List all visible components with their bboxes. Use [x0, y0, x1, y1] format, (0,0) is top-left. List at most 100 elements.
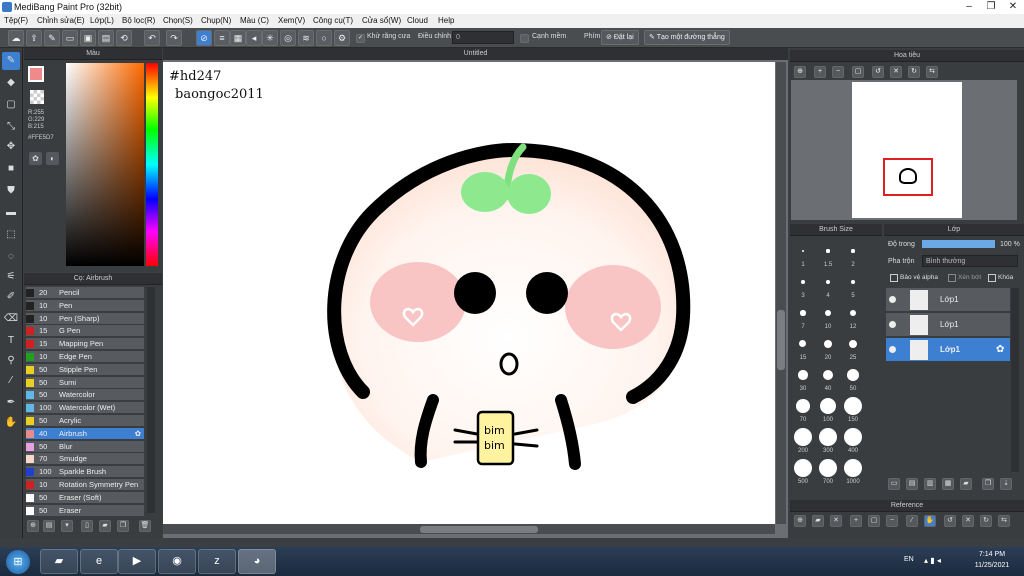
brush-item[interactable]: 50 Stipple Pen — [26, 363, 144, 376]
brush-size-dot[interactable] — [798, 370, 808, 380]
brush-duplicate-icon[interactable]: ❐ — [117, 520, 129, 532]
nav-rotate-right-icon[interactable]: ↻ — [908, 66, 920, 78]
text-tool-icon[interactable]: T — [2, 332, 20, 350]
comment-icon[interactable]: ✎ — [44, 30, 60, 46]
brush-item[interactable]: 70 Smudge — [26, 453, 144, 466]
perspective-snap-icon[interactable]: ◂ — [246, 30, 262, 46]
settings-snap-icon[interactable]: ⚙ — [334, 30, 350, 46]
fill-tool-icon[interactable]: ⛊ — [2, 182, 20, 200]
nav-rotate-left-icon[interactable]: ↺ — [872, 66, 884, 78]
layer-folder-icon[interactable]: ▰ — [960, 478, 972, 490]
message-icon[interactable]: ▭ — [62, 30, 78, 46]
vertical-scroll-thumb[interactable] — [777, 310, 785, 370]
adjust-input[interactable]: 0 — [452, 31, 514, 44]
clock-date[interactable]: 11/25/2021 — [972, 562, 1012, 569]
brush-item[interactable]: 100 Sparkle Brush — [26, 466, 144, 479]
brush-item[interactable]: 10 Edge Pen — [26, 351, 144, 363]
undo-icon[interactable]: ↶ — [144, 30, 160, 46]
hand-tool-icon[interactable]: ✋ — [2, 414, 20, 432]
blend-select[interactable]: Bình thường — [922, 255, 1018, 267]
brush-size-dot[interactable] — [794, 428, 812, 446]
clock-time[interactable]: 7:14 PM — [974, 551, 1010, 558]
brush-list-scrollbar[interactable] — [147, 287, 155, 513]
ref-open-icon[interactable]: ⊕ — [794, 515, 806, 527]
brush-trash-icon[interactable]: 🗑 — [139, 520, 151, 532]
select-tool-icon[interactable]: ⬚ — [2, 226, 20, 244]
curve-snap-icon[interactable]: ≋ — [298, 30, 314, 46]
ref-hand-icon[interactable]: ✋ — [924, 515, 936, 527]
brush-item[interactable]: 20 Pencil — [26, 287, 144, 299]
menu-filter[interactable]: Bộ lọc(R) — [122, 16, 155, 25]
palette-icon[interactable]: ✿ — [29, 152, 42, 165]
brush-size-dot[interactable] — [851, 249, 855, 253]
ref-rotate-left-icon[interactable]: ↺ — [944, 515, 956, 527]
straight-line-button[interactable]: ✎ Tạo một đường thẳng — [644, 30, 730, 45]
ref-rotate-right-icon[interactable]: ↻ — [980, 515, 992, 527]
menu-file[interactable]: Tệp(F) — [4, 16, 28, 25]
eye-icon[interactable] — [889, 296, 896, 303]
brush-size-dot[interactable] — [800, 310, 806, 316]
app-c-icon[interactable]: ◉ — [158, 549, 196, 574]
brush-size-dot[interactable] — [826, 249, 830, 253]
brush-settings-icon[interactable]: ✿ — [135, 428, 141, 440]
add-brush-icon[interactable]: ⊕ — [27, 520, 39, 532]
ref-zoom-out-icon[interactable]: − — [886, 515, 898, 527]
brush-size-dot[interactable] — [819, 428, 837, 446]
medibang-icon[interactable]: ◕ — [238, 549, 276, 574]
lasso-tool-icon[interactable]: ◌ — [2, 248, 20, 266]
brush-size-dot[interactable] — [849, 309, 857, 317]
brush-size-dot[interactable] — [844, 397, 862, 415]
ref-eyedropper-icon[interactable]: ⁄ — [906, 515, 918, 527]
grid-snap-icon[interactable]: ▦ — [230, 30, 246, 46]
color-wheel-icon[interactable]: ◐ — [46, 152, 59, 165]
brush-item[interactable]: 50 Sumi — [26, 376, 144, 389]
brush-size-dot[interactable] — [819, 397, 837, 415]
brush-folder-icon[interactable]: ▰ — [99, 520, 111, 532]
brush-size-dot[interactable] — [796, 399, 810, 413]
reset-button[interactable]: ⊘ Đặt lại — [601, 30, 639, 45]
shape-tool-icon[interactable]: ■ — [2, 160, 20, 178]
magic-wand-icon[interactable]: ⚟ — [2, 268, 20, 286]
eraser-tool-icon[interactable]: ◆ — [2, 74, 20, 92]
lock-checkbox[interactable] — [988, 274, 996, 282]
layer-scrollbar[interactable] — [1011, 288, 1019, 472]
brush-size-dot[interactable] — [801, 280, 805, 284]
image-icon[interactable]: ▣ — [80, 30, 96, 46]
brush-size-dot[interactable] — [847, 369, 859, 381]
foreground-color-swatch[interactable] — [28, 66, 44, 82]
brush-item[interactable]: 15 G Pen — [26, 325, 144, 338]
brush-item[interactable]: 50 Eraser — [26, 504, 144, 517]
move-tool-icon[interactable]: ✥ — [2, 138, 20, 156]
new-8bit-layer-icon[interactable]: ▥ — [924, 478, 936, 490]
nav-flip-icon[interactable]: ⇆ — [926, 66, 938, 78]
brush-size-dot[interactable] — [801, 249, 805, 253]
nav-zoom-out-icon[interactable]: − — [832, 66, 844, 78]
redo-icon[interactable]: ↷ — [166, 30, 182, 46]
operation-tool-icon[interactable]: ⚲ — [2, 352, 20, 370]
brush-tool-icon[interactable]: ✎ — [2, 52, 20, 70]
brush-item[interactable]: 50 Acrylic — [26, 415, 144, 427]
layer-settings-icon[interactable]: ✿ — [996, 344, 1004, 355]
ref-fit-icon[interactable]: ▢ — [868, 515, 880, 527]
brush-size-dot[interactable] — [848, 339, 858, 349]
menu-snap[interactable]: Chụp(N) — [201, 16, 231, 25]
eyedropper-icon[interactable]: ⁄ — [2, 372, 20, 390]
brush-item[interactable]: 10 Pen — [26, 299, 144, 312]
ref-zoom-in-icon[interactable]: + — [850, 515, 862, 527]
close-button[interactable]: ✕ — [1004, 0, 1022, 14]
layer-item-selected[interactable]: Lớp1 ✿ — [886, 338, 1010, 362]
save-icon[interactable]: ▤ — [98, 30, 114, 46]
saturation-value-picker[interactable] — [66, 63, 144, 266]
menu-cloud[interactable]: Cloud — [407, 16, 428, 25]
share-icon[interactable]: ⟲ — [116, 30, 132, 46]
language-indicator[interactable]: EN — [904, 556, 914, 563]
ref-folder-icon[interactable]: ▰ — [812, 515, 824, 527]
brush-size-dot[interactable] — [844, 459, 862, 477]
new-1bit-layer-icon[interactable]: ▦ — [942, 478, 954, 490]
protect-alpha-checkbox[interactable] — [890, 274, 898, 282]
ref-reset-icon[interactable]: ✕ — [962, 515, 974, 527]
eye-icon[interactable] — [889, 321, 896, 328]
tray-icons[interactable]: ▴ ▮ ◂ — [924, 556, 941, 565]
maximize-button[interactable]: ❐ — [982, 0, 1000, 14]
nav-reset-icon[interactable]: ✕ — [890, 66, 902, 78]
